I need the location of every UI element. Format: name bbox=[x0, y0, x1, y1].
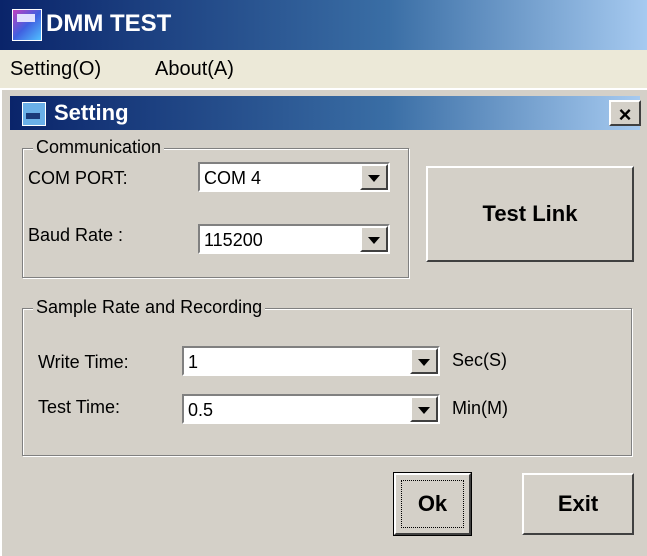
baud-rate-select[interactable]: 115200 bbox=[198, 224, 390, 254]
com-port-label: COM PORT: bbox=[28, 168, 128, 188]
test-time-value: 0.5 bbox=[188, 400, 214, 420]
dialog-title-bar[interactable]: Setting bbox=[10, 96, 640, 130]
close-button[interactable]: × bbox=[609, 100, 641, 127]
com-port-select[interactable]: COM 4 bbox=[198, 162, 390, 192]
ok-button[interactable]: Ok bbox=[393, 472, 472, 536]
dialog-title: Setting bbox=[54, 100, 129, 125]
write-time-value: 1 bbox=[188, 352, 199, 372]
chevron-down-icon[interactable] bbox=[360, 226, 388, 252]
write-time-select[interactable]: 1 bbox=[182, 346, 440, 376]
chevron-down-icon[interactable] bbox=[410, 396, 438, 422]
communication-legend: Communication bbox=[33, 137, 165, 158]
dialog-icon bbox=[22, 102, 46, 126]
exit-button[interactable]: Exit bbox=[522, 473, 634, 535]
baud-rate-label: Baud Rate : bbox=[28, 225, 124, 245]
test-time-unit: Min(M) bbox=[452, 398, 508, 418]
app-title: DMM TEST bbox=[46, 10, 172, 37]
app-icon bbox=[12, 9, 42, 41]
sample-rate-legend: Sample Rate and Recording bbox=[33, 297, 266, 318]
write-time-label: Write Time: bbox=[38, 352, 129, 372]
sample-rate-group: Sample Rate and Recording bbox=[22, 297, 632, 456]
baud-rate-value: 115200 bbox=[204, 230, 263, 250]
com-port-value: COM 4 bbox=[204, 168, 262, 188]
menu-about[interactable]: About(A) bbox=[155, 58, 234, 81]
chevron-down-icon[interactable] bbox=[360, 164, 388, 190]
test-time-label: Test Time: bbox=[38, 397, 121, 417]
menu-bar: Setting(O) About(A) bbox=[0, 50, 647, 88]
test-time-select[interactable]: 0.5 bbox=[182, 394, 440, 424]
write-time-unit: Sec(S) bbox=[452, 350, 508, 370]
focus-rect bbox=[401, 480, 464, 528]
app-title-bar[interactable]: DMM TEST bbox=[0, 0, 647, 50]
menu-setting[interactable]: Setting(O) bbox=[10, 58, 101, 81]
chevron-down-icon[interactable] bbox=[410, 348, 438, 374]
test-link-button[interactable]: Test Link bbox=[426, 166, 634, 262]
